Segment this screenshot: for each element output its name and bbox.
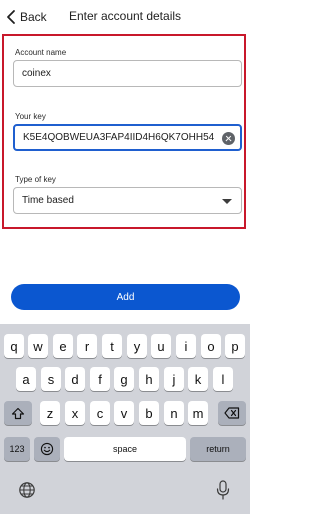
type-of-key-value: Time based: [22, 195, 74, 206]
screen: Back Enter account details Account name …: [0, 0, 250, 514]
key-q[interactable]: q: [4, 334, 24, 358]
account-name-label: Account name: [15, 48, 67, 57]
microphone-icon[interactable]: [210, 477, 236, 503]
keyboard: q w e r t y u i o p a s d f g h j k l z …: [0, 324, 250, 514]
key-s[interactable]: s: [41, 367, 61, 391]
type-of-key-select[interactable]: Time based: [13, 187, 242, 214]
key-f[interactable]: f: [90, 367, 110, 391]
key-k[interactable]: k: [188, 367, 208, 391]
key-h[interactable]: h: [139, 367, 159, 391]
numbers-key[interactable]: 123: [4, 437, 30, 461]
key-m[interactable]: m: [188, 401, 208, 425]
clear-icon[interactable]: [222, 132, 235, 145]
key-i[interactable]: i: [176, 334, 196, 358]
your-key-label: Your key: [15, 112, 46, 121]
key-j[interactable]: j: [164, 367, 184, 391]
key-y[interactable]: y: [127, 334, 147, 358]
key-u[interactable]: u: [151, 334, 171, 358]
type-of-key-label: Type of key: [15, 175, 56, 184]
key-l[interactable]: l: [213, 367, 233, 391]
your-key-value: K5E4QOBWEUA3FAP4IID4H6QK7OHH54: [23, 132, 215, 143]
shift-key[interactable]: [4, 401, 32, 425]
key-d[interactable]: d: [65, 367, 85, 391]
key-p[interactable]: p: [225, 334, 245, 358]
globe-icon[interactable]: [14, 477, 40, 503]
app-header: Back Enter account details: [0, 0, 250, 34]
key-c[interactable]: c: [90, 401, 110, 425]
key-e[interactable]: e: [53, 334, 73, 358]
key-z[interactable]: z: [40, 401, 60, 425]
key-t[interactable]: t: [102, 334, 122, 358]
account-name-field[interactable]: coinex: [13, 60, 242, 87]
add-button[interactable]: Add: [11, 284, 240, 310]
key-v[interactable]: v: [114, 401, 134, 425]
key-g[interactable]: g: [114, 367, 134, 391]
key-a[interactable]: a: [16, 367, 36, 391]
return-key[interactable]: return: [190, 437, 246, 461]
space-key[interactable]: space: [64, 437, 186, 461]
key-x[interactable]: x: [65, 401, 85, 425]
key-o[interactable]: o: [201, 334, 221, 358]
account-form: Account name coinex Your key K5E4QOBWEUA…: [2, 34, 246, 229]
your-key-field[interactable]: K5E4QOBWEUA3FAP4IID4H6QK7OHH54: [13, 124, 242, 151]
dropdown-arrow-icon: [222, 199, 232, 204]
emoji-key[interactable]: [34, 437, 60, 461]
shift-icon: [11, 407, 25, 419]
page-title: Enter account details: [68, 9, 182, 23]
account-name-value: coinex: [22, 68, 51, 79]
key-r[interactable]: r: [77, 334, 97, 358]
key-w[interactable]: w: [28, 334, 48, 358]
key-n[interactable]: n: [164, 401, 184, 425]
key-b[interactable]: b: [139, 401, 159, 425]
emoji-icon: [40, 442, 54, 456]
backspace-key[interactable]: [218, 401, 246, 425]
backspace-icon: [224, 407, 240, 419]
